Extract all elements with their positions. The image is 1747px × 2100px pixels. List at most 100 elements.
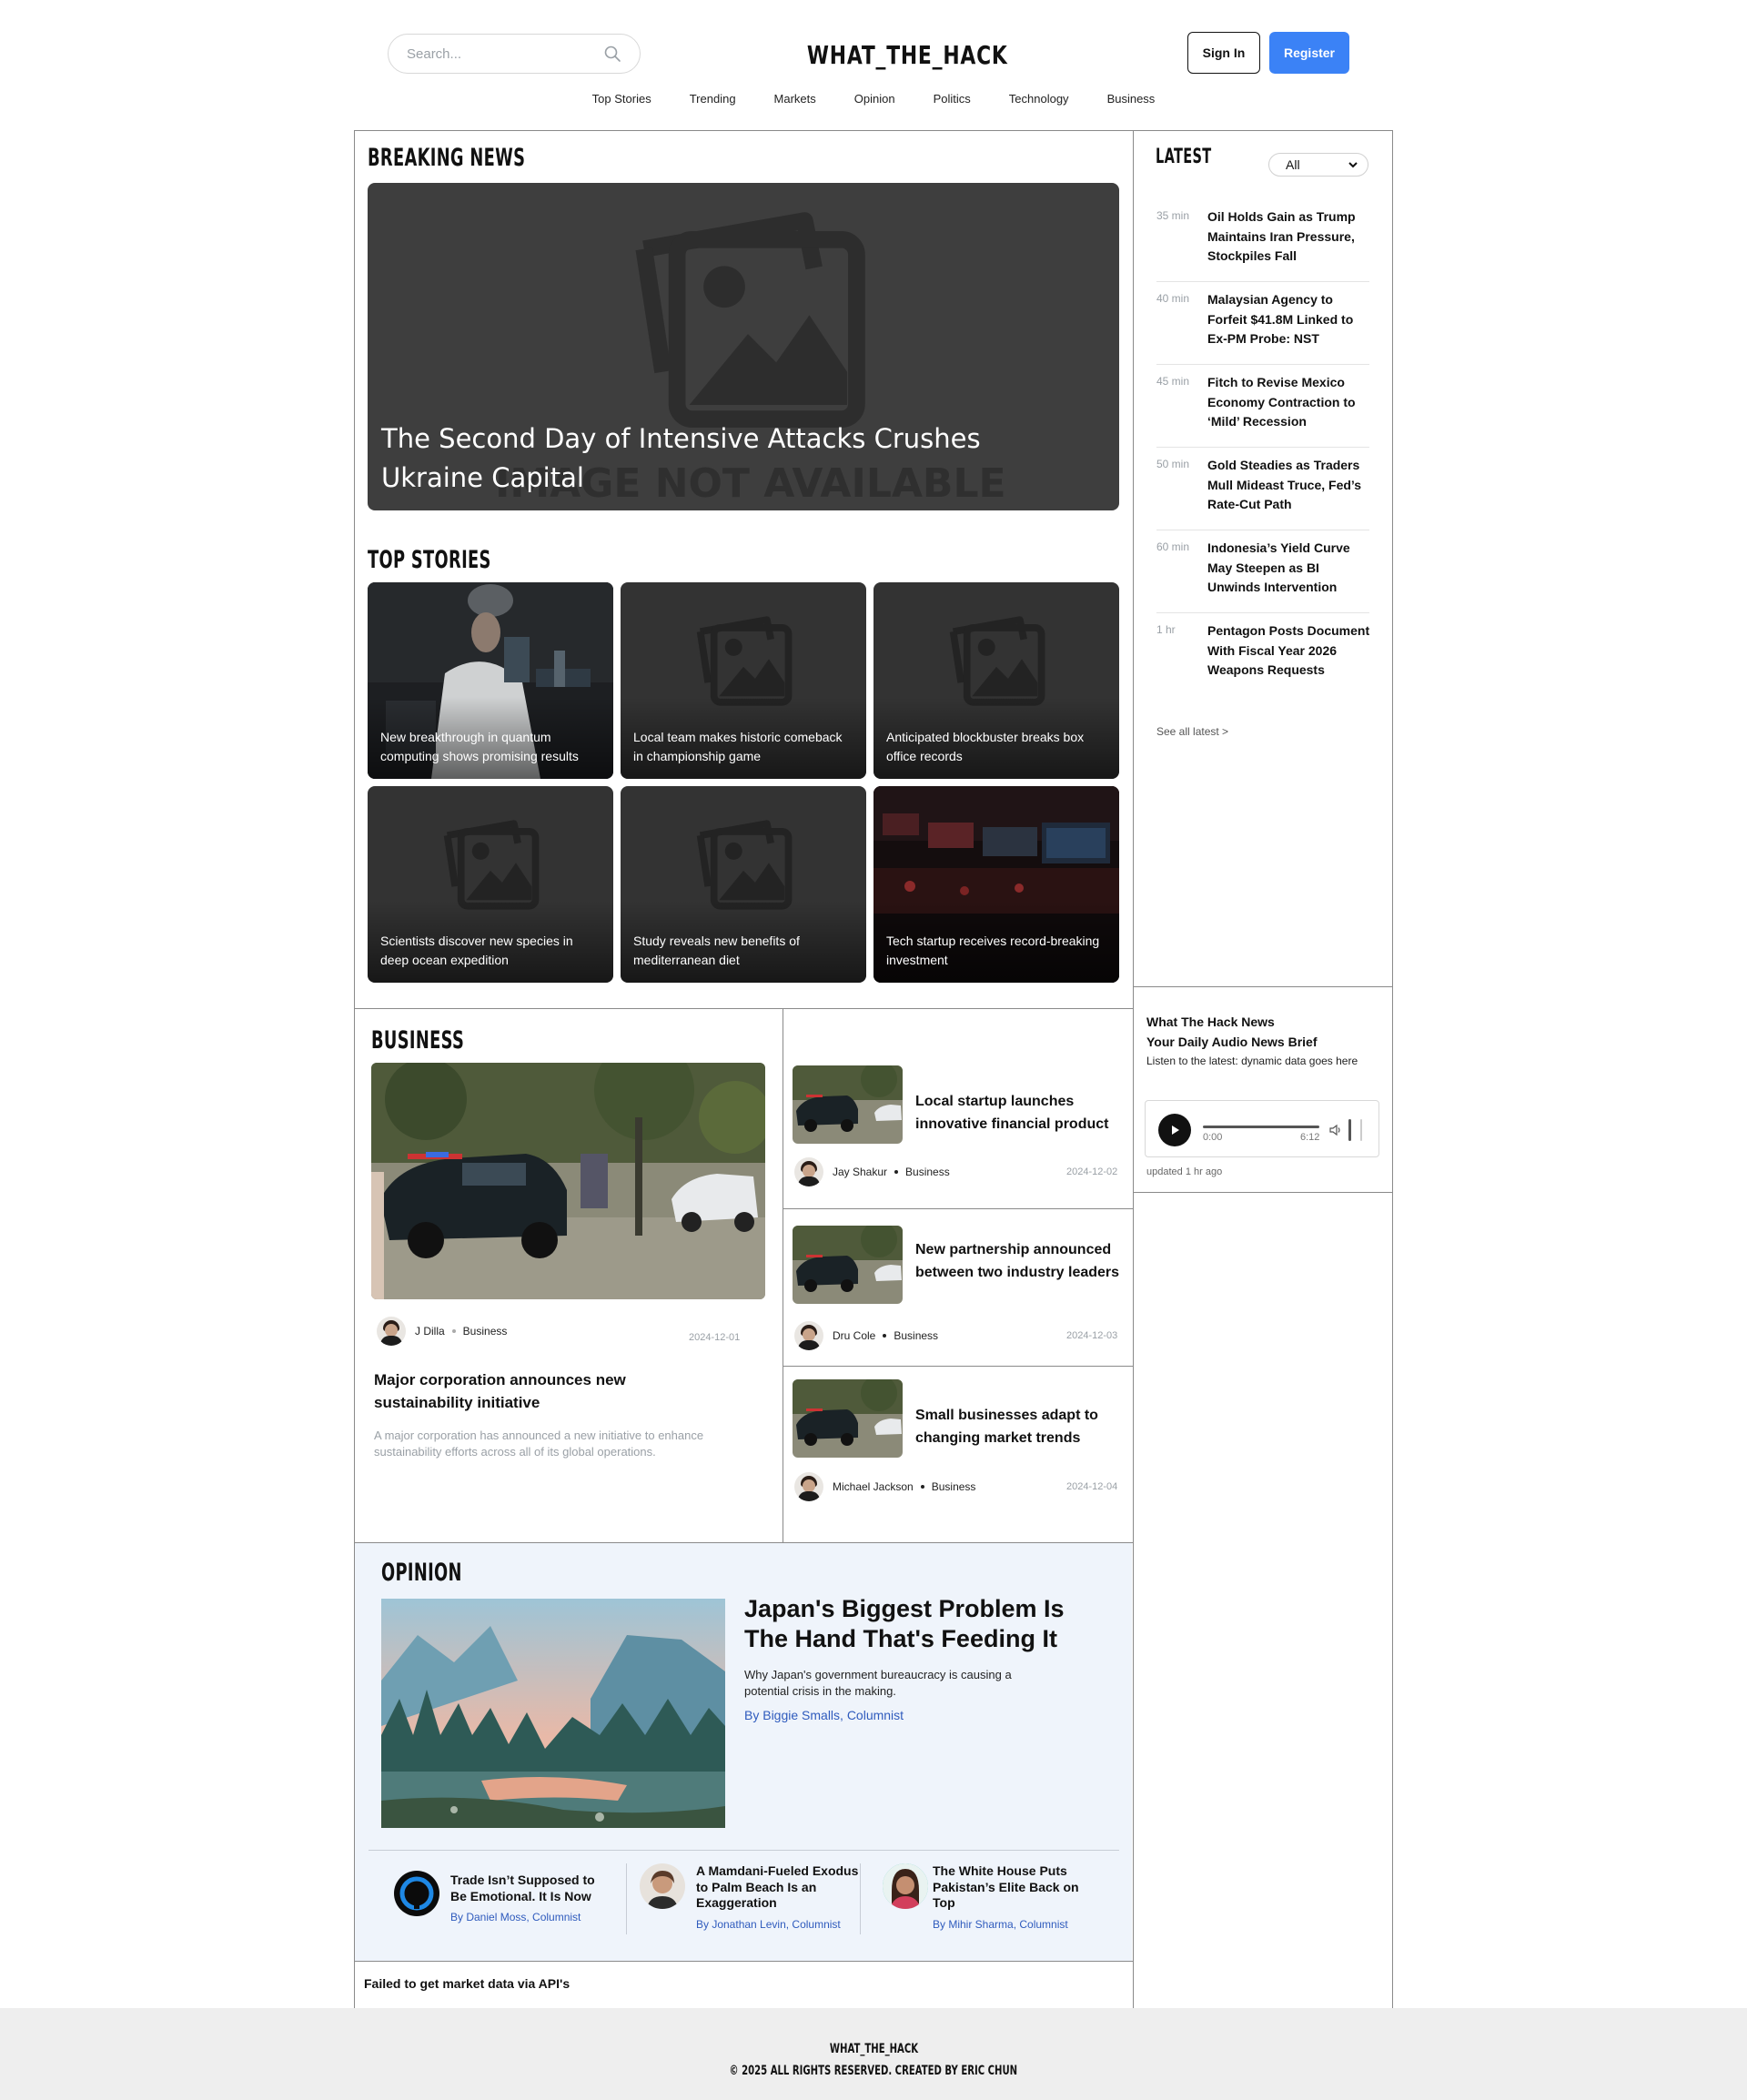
opinion-feature-headline[interactable]: Japan's Biggest Problem Is The Hand That… bbox=[744, 1594, 1108, 1654]
chevron-down-icon bbox=[1348, 162, 1358, 168]
opinion-item-headline[interactable]: The White House Puts Pakistan’s Elite Ba… bbox=[933, 1863, 1096, 1912]
latest-item[interactable]: 60 min Indonesia’s Yield Curve May Steep… bbox=[1156, 539, 1369, 613]
police-car-photo bbox=[793, 1065, 903, 1144]
police-car-photo bbox=[793, 1226, 903, 1304]
image-placeholder-icon bbox=[696, 820, 793, 910]
nav-politics[interactable]: Politics bbox=[914, 92, 990, 106]
author-name[interactable]: Michael Jackson bbox=[833, 1480, 914, 1493]
opinion-item-byline[interactable]: By Mihir Sharma, Columnist bbox=[933, 1918, 1068, 1931]
see-all-latest-link[interactable]: See all latest > bbox=[1156, 725, 1228, 738]
latest-headline[interactable]: Pentagon Posts Document With Fiscal Year… bbox=[1207, 621, 1371, 681]
divider bbox=[860, 1863, 861, 1934]
latest-headline[interactable]: Fitch to Revise Mexico Economy Contracti… bbox=[1207, 373, 1371, 432]
latest-headline[interactable]: Malaysian Agency to Forfeit $41.8M Linke… bbox=[1207, 290, 1371, 349]
opinion-feature-description: Why Japan's government bureaucracy is ca… bbox=[744, 1668, 1012, 1698]
search-icon[interactable] bbox=[603, 45, 621, 63]
register-button[interactable]: Register bbox=[1269, 32, 1349, 74]
play-icon bbox=[1172, 1126, 1179, 1135]
latest-item[interactable]: 35 min Oil Holds Gain as Trump Maintains… bbox=[1156, 207, 1369, 282]
nav-top-stories[interactable]: Top Stories bbox=[573, 92, 671, 106]
nav-trending[interactable]: Trending bbox=[671, 92, 755, 106]
top-story-caption[interactable]: Anticipated blockbuster breaks box offic… bbox=[886, 728, 1108, 766]
latest-item[interactable]: 45 min Fitch to Revise Mexico Economy Co… bbox=[1156, 373, 1369, 448]
author-name[interactable]: Jay Shakur bbox=[833, 1166, 887, 1178]
latest-filter-select[interactable]: All bbox=[1268, 153, 1368, 177]
avatar bbox=[794, 1472, 823, 1501]
business-side-photo[interactable] bbox=[793, 1226, 903, 1304]
business-main-author[interactable]: J Dilla Business bbox=[377, 1317, 507, 1346]
top-stories-title: TOP STORIES bbox=[368, 546, 491, 574]
opinion-item-headline[interactable]: A Mamdani-Fueled Exodus to Palm Beach Is… bbox=[696, 1863, 860, 1912]
image-placeholder-icon bbox=[696, 616, 793, 706]
divider bbox=[1133, 1192, 1392, 1193]
image-placeholder-icon bbox=[443, 820, 540, 910]
business-side-headline[interactable]: New partnership announced between two in… bbox=[915, 1238, 1125, 1284]
top-story-caption[interactable]: Local team makes historic comeback in ch… bbox=[633, 728, 855, 766]
latest-time: 50 min bbox=[1156, 458, 1190, 470]
author-category[interactable]: Business bbox=[463, 1325, 508, 1338]
author-category[interactable]: Business bbox=[894, 1329, 938, 1342]
nav-business[interactable]: Business bbox=[1088, 92, 1175, 106]
latest-item[interactable]: 40 min Malaysian Agency to Forfeit $41.8… bbox=[1156, 290, 1369, 365]
author-name[interactable]: J Dilla bbox=[415, 1325, 445, 1338]
market-data-error: Failed to get market data via API's bbox=[364, 1976, 571, 1991]
latest-headline[interactable]: Indonesia’s Yield Curve May Steepen as B… bbox=[1207, 539, 1371, 598]
business-side-author[interactable]: Jay Shakur Business bbox=[794, 1157, 950, 1186]
opinion-item[interactable]: The White House Puts Pakistan’s Elite Ba… bbox=[883, 1863, 1110, 1936]
breaking-headline[interactable]: The Second Day of Intensive Attacks Crus… bbox=[381, 419, 1036, 498]
audio-progress-track[interactable] bbox=[1203, 1126, 1319, 1128]
latest-item[interactable]: 1 hr Pentagon Posts Document With Fiscal… bbox=[1156, 621, 1369, 700]
business-side-headline[interactable]: Local startup launches innovative financ… bbox=[915, 1090, 1125, 1136]
nav-markets[interactable]: Markets bbox=[755, 92, 835, 106]
top-story-card[interactable]: Local team makes historic comeback in ch… bbox=[621, 582, 866, 779]
volume-slider[interactable] bbox=[1348, 1119, 1351, 1141]
top-story-caption[interactable]: Scientists discover new species in deep … bbox=[380, 932, 602, 970]
opinion-item[interactable]: Trade Isn’t Supposed to Be Emotional. It… bbox=[394, 1863, 621, 1936]
audio-subtitle: Your Daily Audio News Brief bbox=[1146, 1035, 1318, 1049]
latest-filter-value: All bbox=[1286, 157, 1300, 172]
sign-in-button[interactable]: Sign In bbox=[1187, 32, 1260, 74]
image-placeholder-icon bbox=[949, 616, 1045, 706]
opinion-feature-photo[interactable] bbox=[381, 1599, 725, 1828]
breaking-news-card[interactable]: IMAGE NOT AVAILABLE The Second Day of In… bbox=[368, 183, 1119, 510]
divider bbox=[1133, 130, 1134, 2008]
nav-opinion[interactable]: Opinion bbox=[835, 92, 914, 106]
opinion-item[interactable]: A Mamdani-Fueled Exodus to Palm Beach Is… bbox=[640, 1863, 867, 1936]
search-bar[interactable] bbox=[388, 34, 641, 74]
opinion-feature-byline[interactable]: By Biggie Smalls, Columnist bbox=[744, 1708, 904, 1722]
business-side-photo[interactable] bbox=[793, 1379, 903, 1458]
top-story-caption[interactable]: Study reveals new benefits of mediterran… bbox=[633, 932, 855, 970]
opinion-item-byline[interactable]: By Jonathan Levin, Columnist bbox=[696, 1918, 841, 1931]
top-story-card[interactable]: Tech startup receives record-breaking in… bbox=[874, 786, 1119, 983]
top-story-caption[interactable]: Tech startup receives record-breaking in… bbox=[886, 932, 1108, 970]
search-input[interactable] bbox=[407, 45, 603, 62]
police-car-photo bbox=[371, 1063, 765, 1299]
latest-item[interactable]: 50 min Gold Steadies as Traders Mull Mid… bbox=[1156, 456, 1369, 530]
top-story-card[interactable]: Anticipated blockbuster breaks box offic… bbox=[874, 582, 1119, 779]
business-side-photo[interactable] bbox=[793, 1065, 903, 1144]
author-category[interactable]: Business bbox=[905, 1166, 950, 1178]
business-main-headline[interactable]: Major corporation announces new sustaina… bbox=[374, 1368, 729, 1414]
opinion-item-byline[interactable]: By Daniel Moss, Columnist bbox=[450, 1911, 581, 1923]
avatar bbox=[377, 1317, 406, 1346]
footer-copyright: © 2025 ALL RIGHTS RESERVED. CREATED BY E… bbox=[729, 2064, 1018, 2078]
site-logo[interactable]: WHAT_THE_HACK bbox=[807, 40, 1007, 71]
opinion-item-headline[interactable]: Trade Isn’t Supposed to Be Emotional. It… bbox=[450, 1873, 614, 1904]
business-side-author[interactable]: Michael Jackson Business bbox=[794, 1472, 975, 1501]
volume-icon[interactable] bbox=[1328, 1123, 1343, 1137]
latest-headline[interactable]: Oil Holds Gain as Trump Maintains Iran P… bbox=[1207, 207, 1371, 267]
business-main-photo[interactable] bbox=[371, 1063, 765, 1299]
top-story-caption[interactable]: New breakthrough in quantum computing sh… bbox=[380, 728, 602, 766]
author-name[interactable]: Dru Cole bbox=[833, 1329, 875, 1342]
top-story-card[interactable]: Study reveals new benefits of mediterran… bbox=[621, 786, 866, 983]
latest-time: 1 hr bbox=[1156, 623, 1176, 636]
play-button[interactable] bbox=[1158, 1114, 1191, 1146]
business-side-author[interactable]: Dru Cole Business bbox=[794, 1321, 938, 1350]
top-story-card[interactable]: New breakthrough in quantum computing sh… bbox=[368, 582, 613, 779]
business-side-headline[interactable]: Small businesses adapt to changing marke… bbox=[915, 1404, 1125, 1449]
police-car-photo bbox=[793, 1379, 903, 1458]
top-story-card[interactable]: Scientists discover new species in deep … bbox=[368, 786, 613, 983]
nav-technology[interactable]: Technology bbox=[990, 92, 1088, 106]
latest-headline[interactable]: Gold Steadies as Traders Mull Mideast Tr… bbox=[1207, 456, 1371, 515]
author-category[interactable]: Business bbox=[932, 1480, 976, 1493]
